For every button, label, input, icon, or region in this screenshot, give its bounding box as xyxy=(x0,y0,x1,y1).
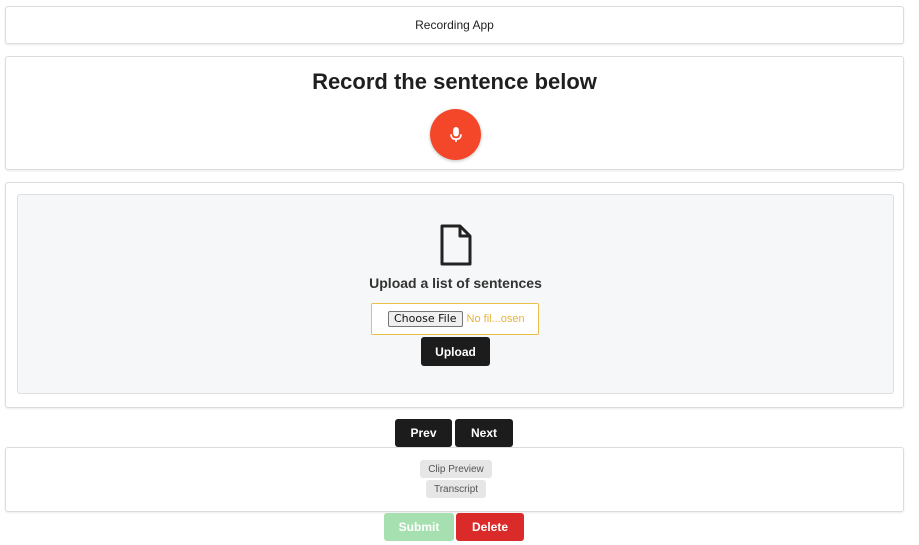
record-panel: Record the sentence below xyxy=(5,56,904,170)
file-icon xyxy=(440,224,472,266)
prev-button[interactable]: Prev xyxy=(395,419,452,447)
next-button[interactable]: Next xyxy=(455,419,513,447)
record-button[interactable] xyxy=(430,109,481,160)
upload-title: Upload a list of sentences xyxy=(369,275,542,291)
delete-button[interactable]: Delete xyxy=(456,513,524,541)
upload-panel: Upload a list of sentences Choose File N… xyxy=(5,182,904,408)
preview-panel: Clip Preview Transcript xyxy=(5,447,904,512)
record-prompt-title: Record the sentence below xyxy=(312,69,597,94)
choose-file-button[interactable]: Choose File xyxy=(388,311,463,327)
file-status-text: No fil...osen xyxy=(466,313,525,325)
app-header: Recording App xyxy=(5,6,904,44)
microphone-icon xyxy=(449,126,462,142)
app-title: Recording App xyxy=(415,18,494,32)
clip-preview-label: Clip Preview xyxy=(420,460,492,478)
transcript-label: Transcript xyxy=(426,480,486,498)
upload-button[interactable]: Upload xyxy=(421,337,490,366)
file-input[interactable]: Choose File No fil...osen xyxy=(371,303,539,335)
upload-dropzone[interactable]: Upload a list of sentences Choose File N… xyxy=(17,194,894,394)
submit-button[interactable]: Submit xyxy=(384,513,454,541)
